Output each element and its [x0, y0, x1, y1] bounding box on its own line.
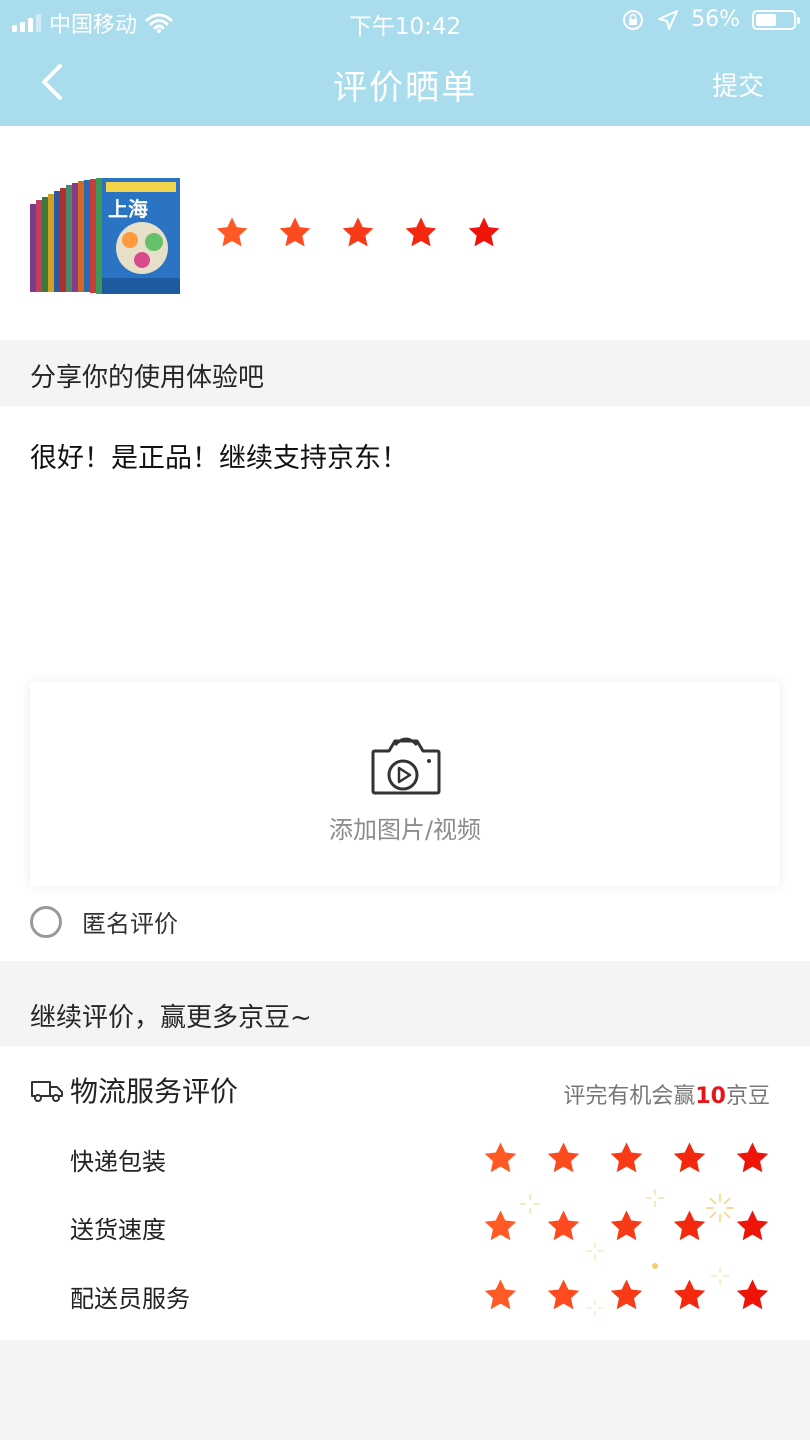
logistics-star-5-icon[interactable] — [734, 1277, 771, 1314]
bean-reward-note: 评完有机会赢10京豆 — [563, 1078, 770, 1110]
page-title: 评价晒单 — [333, 68, 477, 108]
logistics-star-1-icon[interactable] — [482, 1277, 519, 1314]
courier-label: 配送员服务 — [70, 1285, 190, 1313]
logistics-star-4-icon[interactable] — [671, 1208, 708, 1245]
logistics-star-4-icon[interactable] — [671, 1140, 708, 1177]
logistics-title: 物流服务评价 — [70, 1075, 239, 1108]
camera-video-icon — [371, 737, 441, 795]
battery-fill — [756, 13, 776, 26]
logistics-star-5-icon[interactable] — [734, 1140, 771, 1177]
logistics-row-speed: 送货速度 — [0, 1202, 810, 1252]
packaging-label: 快递包装 — [70, 1148, 166, 1176]
logistics-star-4-icon[interactable] — [671, 1277, 708, 1314]
note-amount: 10 — [695, 1084, 726, 1109]
product-thumbnail: 上海 — [30, 178, 180, 294]
submit-button[interactable]: 提交 — [712, 66, 764, 103]
product-star-3-icon[interactable] — [340, 215, 376, 251]
review-area: 很好！是正品！继续支持京东！ 添加图片/视频 匿名评价 — [0, 406, 810, 961]
product-rating-card: 上海 — [0, 126, 810, 340]
logistics-star-2-icon[interactable] — [545, 1140, 582, 1177]
top-header: 中国移动 下午10:42 56% 评价晒单 提交 — [0, 0, 810, 126]
product-star-1-icon[interactable] — [214, 215, 250, 251]
logistics-rating-card: 物流服务评价 评完有机会赢10京豆 快递包装 送货速度 配送员服务 — [0, 1046, 810, 1340]
logistics-star-5-icon[interactable] — [734, 1208, 771, 1245]
review-section-title: 分享你的使用体验吧 — [30, 363, 265, 393]
logistics-star-2-icon[interactable] — [545, 1208, 582, 1245]
logistics-header: 物流服务评价 — [30, 1070, 238, 1110]
speed-label: 送货速度 — [70, 1216, 166, 1244]
product-star-5-icon[interactable] — [466, 215, 502, 251]
anonymous-label: 匿名评价 — [82, 910, 178, 938]
add-media-button[interactable]: 添加图片/视频 — [30, 682, 780, 886]
logistics-star-1-icon[interactable] — [482, 1140, 519, 1177]
logistics-star-3-icon[interactable] — [608, 1277, 645, 1314]
logistics-star-3-icon[interactable] — [608, 1140, 645, 1177]
product-star-4-icon[interactable] — [403, 215, 439, 251]
note-prefix: 评完有机会赢 — [563, 1084, 696, 1109]
packaging-star-rating[interactable] — [482, 1140, 771, 1177]
cover-title: 上海 — [108, 197, 148, 221]
logistics-row-courier: 配送员服务 — [0, 1271, 810, 1321]
logistics-star-2-icon[interactable] — [545, 1277, 582, 1314]
more-reviews-header: 继续评价，赢更多京豆~ — [0, 980, 810, 1046]
anonymous-option[interactable]: 匿名评价 — [30, 904, 178, 939]
status-bar: 中国移动 下午10:42 56% — [0, 0, 810, 40]
battery-icon — [752, 9, 800, 30]
add-media-label: 添加图片/视频 — [328, 816, 482, 844]
truck-icon — [31, 1081, 63, 1102]
product-star-rating[interactable] — [214, 215, 502, 251]
logistics-star-3-icon[interactable] — [608, 1208, 645, 1245]
speed-star-rating[interactable] — [482, 1208, 771, 1245]
product-star-2-icon[interactable] — [277, 215, 313, 251]
review-section-header: 分享你的使用体验吧 — [0, 340, 810, 406]
location-icon — [658, 9, 679, 30]
anonymous-radio[interactable] — [30, 905, 62, 938]
status-right: 56% — [621, 7, 800, 32]
note-suffix: 京豆 — [725, 1084, 770, 1109]
more-reviews-title: 继续评价，赢更多京豆~ — [30, 1003, 312, 1033]
battery-percent: 56% — [691, 7, 740, 32]
logistics-row-packaging: 快递包装 — [0, 1134, 810, 1184]
review-text-input[interactable]: 很好！是正品！继续支持京东！ — [30, 436, 408, 475]
logistics-star-1-icon[interactable] — [482, 1208, 519, 1245]
orientation-lock-icon — [623, 9, 644, 30]
courier-star-rating[interactable] — [482, 1277, 771, 1314]
